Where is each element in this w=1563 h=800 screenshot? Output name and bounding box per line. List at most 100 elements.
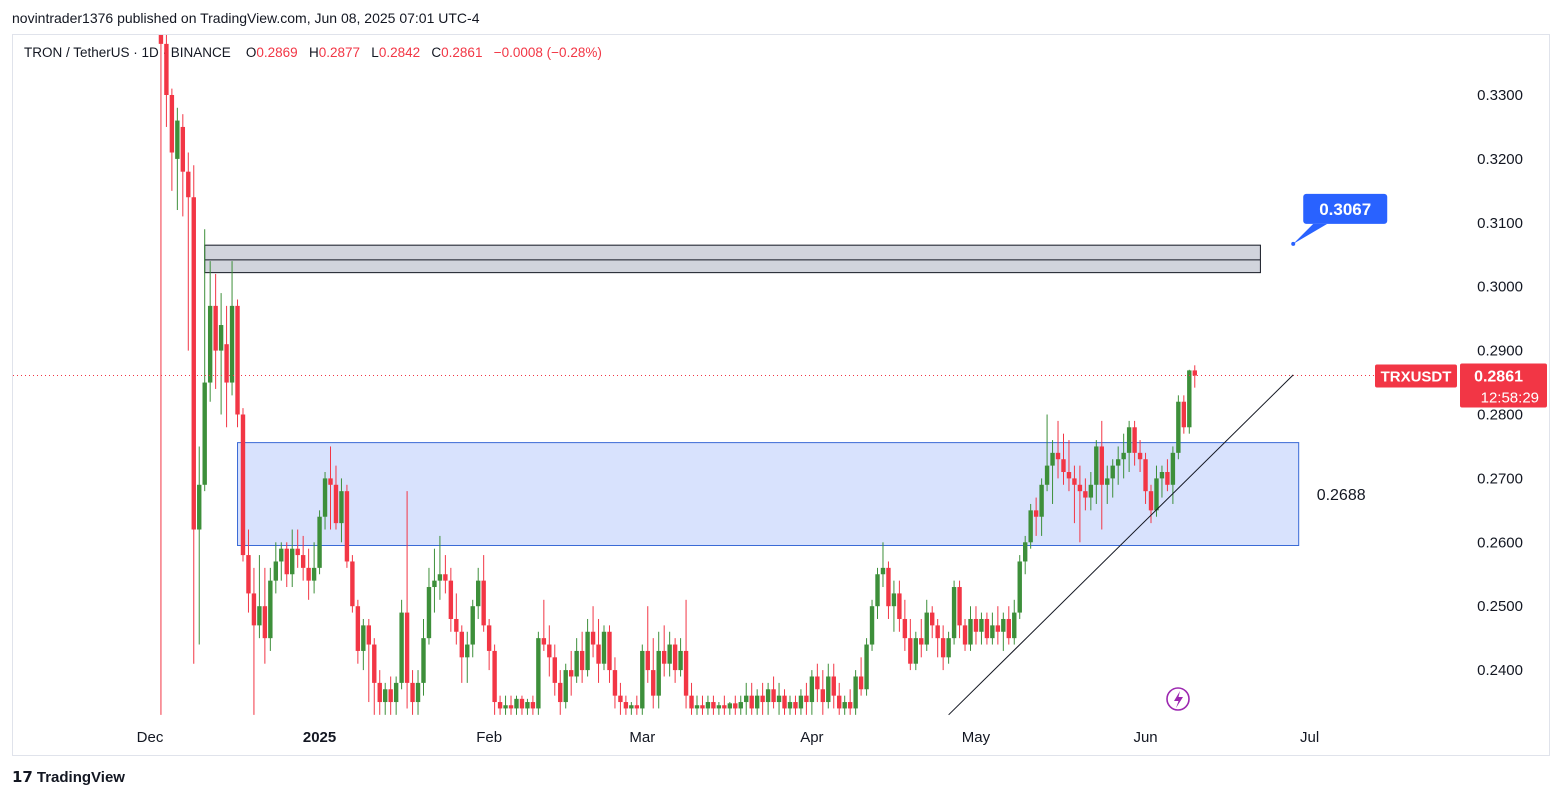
candle — [672, 638, 678, 683]
candle-body — [776, 695, 782, 703]
candle-body — [727, 703, 733, 709]
candle-body — [317, 516, 322, 568]
candle-body — [1017, 561, 1022, 613]
candle-body — [837, 695, 842, 709]
candle-body — [946, 638, 951, 658]
candle-body — [722, 705, 727, 709]
candle — [207, 261, 213, 402]
candle — [771, 676, 776, 709]
candle — [492, 644, 497, 715]
candle-body — [1126, 427, 1132, 453]
target-callout-label: 0.3067 — [1319, 200, 1371, 219]
candle — [476, 567, 481, 619]
tradingview-footer[interactable]: 𝟭𝟳 TradingView — [12, 768, 125, 786]
candle-body — [470, 606, 475, 645]
candle-body — [607, 631, 612, 671]
candle — [1187, 369, 1192, 434]
candle-body — [1148, 491, 1154, 511]
candle-body — [787, 702, 793, 709]
candle — [481, 555, 486, 632]
candle — [273, 542, 279, 594]
candle — [377, 670, 382, 715]
target-callout-pointer — [1293, 223, 1328, 244]
candle-body — [645, 650, 650, 671]
candle-body — [1023, 542, 1028, 562]
candle-body — [229, 305, 235, 383]
x-axis[interactable]: Dec 2025 Feb Mar Apr May Jun Jul — [137, 729, 1320, 746]
candle — [486, 618, 492, 671]
candle-body — [426, 587, 432, 639]
candle-body — [815, 676, 820, 690]
candle — [940, 625, 946, 671]
candle-body — [295, 548, 300, 556]
candle — [235, 299, 240, 428]
candle-body — [798, 695, 804, 709]
candle — [585, 618, 590, 677]
candle — [497, 695, 503, 715]
candle — [765, 682, 771, 715]
y-tick-label: 0.2600 — [1477, 534, 1523, 551]
candle-body — [1077, 484, 1083, 492]
candle — [760, 682, 765, 715]
candle — [733, 695, 738, 715]
candle-body — [311, 567, 317, 581]
x-tick-label: Apr — [800, 729, 823, 746]
candle — [858, 657, 864, 696]
candle-body — [700, 705, 705, 709]
candle-body — [530, 702, 536, 709]
candle — [262, 567, 268, 664]
candle — [175, 107, 180, 211]
candle-body — [1132, 427, 1137, 453]
candle — [257, 555, 262, 639]
candle-body — [618, 695, 623, 703]
candle — [465, 631, 470, 683]
candle — [1028, 503, 1033, 549]
candle-body — [361, 625, 366, 651]
candle-body — [886, 567, 891, 607]
candle-body — [240, 414, 246, 556]
candle — [924, 599, 929, 651]
candle-body — [207, 305, 213, 383]
candle-body — [213, 305, 218, 351]
symbol-price-tag-label: TRXUSDT — [1381, 369, 1452, 386]
candle-body — [579, 650, 585, 671]
candle-body — [1110, 465, 1115, 479]
candle — [530, 695, 536, 715]
candle-body — [180, 126, 186, 172]
last-price-value: 0.2861 — [1474, 369, 1523, 386]
price-chart[interactable]: 0.2688 0.3067 TRXUSDT 0.2861 12:58:29 0.3300… — [0, 0, 1563, 800]
alert-icon[interactable] — [1166, 687, 1190, 711]
candle-body — [508, 705, 514, 709]
candle-body — [820, 689, 826, 703]
candle-body — [224, 344, 229, 383]
candle — [787, 695, 793, 715]
candle-body — [716, 705, 722, 709]
candle-body — [1165, 472, 1170, 485]
candle — [279, 542, 284, 581]
candle — [820, 670, 826, 715]
candle-body — [481, 580, 486, 626]
candle-body — [246, 555, 251, 594]
candle — [459, 625, 464, 683]
candle-body — [164, 43, 169, 95]
candle-body — [186, 171, 191, 198]
candle — [344, 484, 350, 568]
candle — [995, 606, 1001, 645]
candle-body — [826, 676, 831, 703]
candle — [372, 638, 377, 715]
candle-body — [257, 606, 262, 626]
candles-layer — [158, 35, 1197, 715]
candle — [1017, 555, 1022, 619]
y-tick-label: 0.2700 — [1477, 470, 1523, 487]
candle-body — [306, 567, 311, 581]
candle-body — [1094, 446, 1099, 485]
candle — [968, 606, 973, 651]
candle-body — [1033, 510, 1039, 517]
candle — [590, 606, 596, 658]
candle — [793, 695, 798, 715]
candle — [869, 599, 875, 651]
x-tick-label: Feb — [476, 729, 502, 746]
candle-body — [1044, 465, 1050, 485]
candle — [213, 273, 218, 389]
candle-body — [284, 548, 289, 575]
